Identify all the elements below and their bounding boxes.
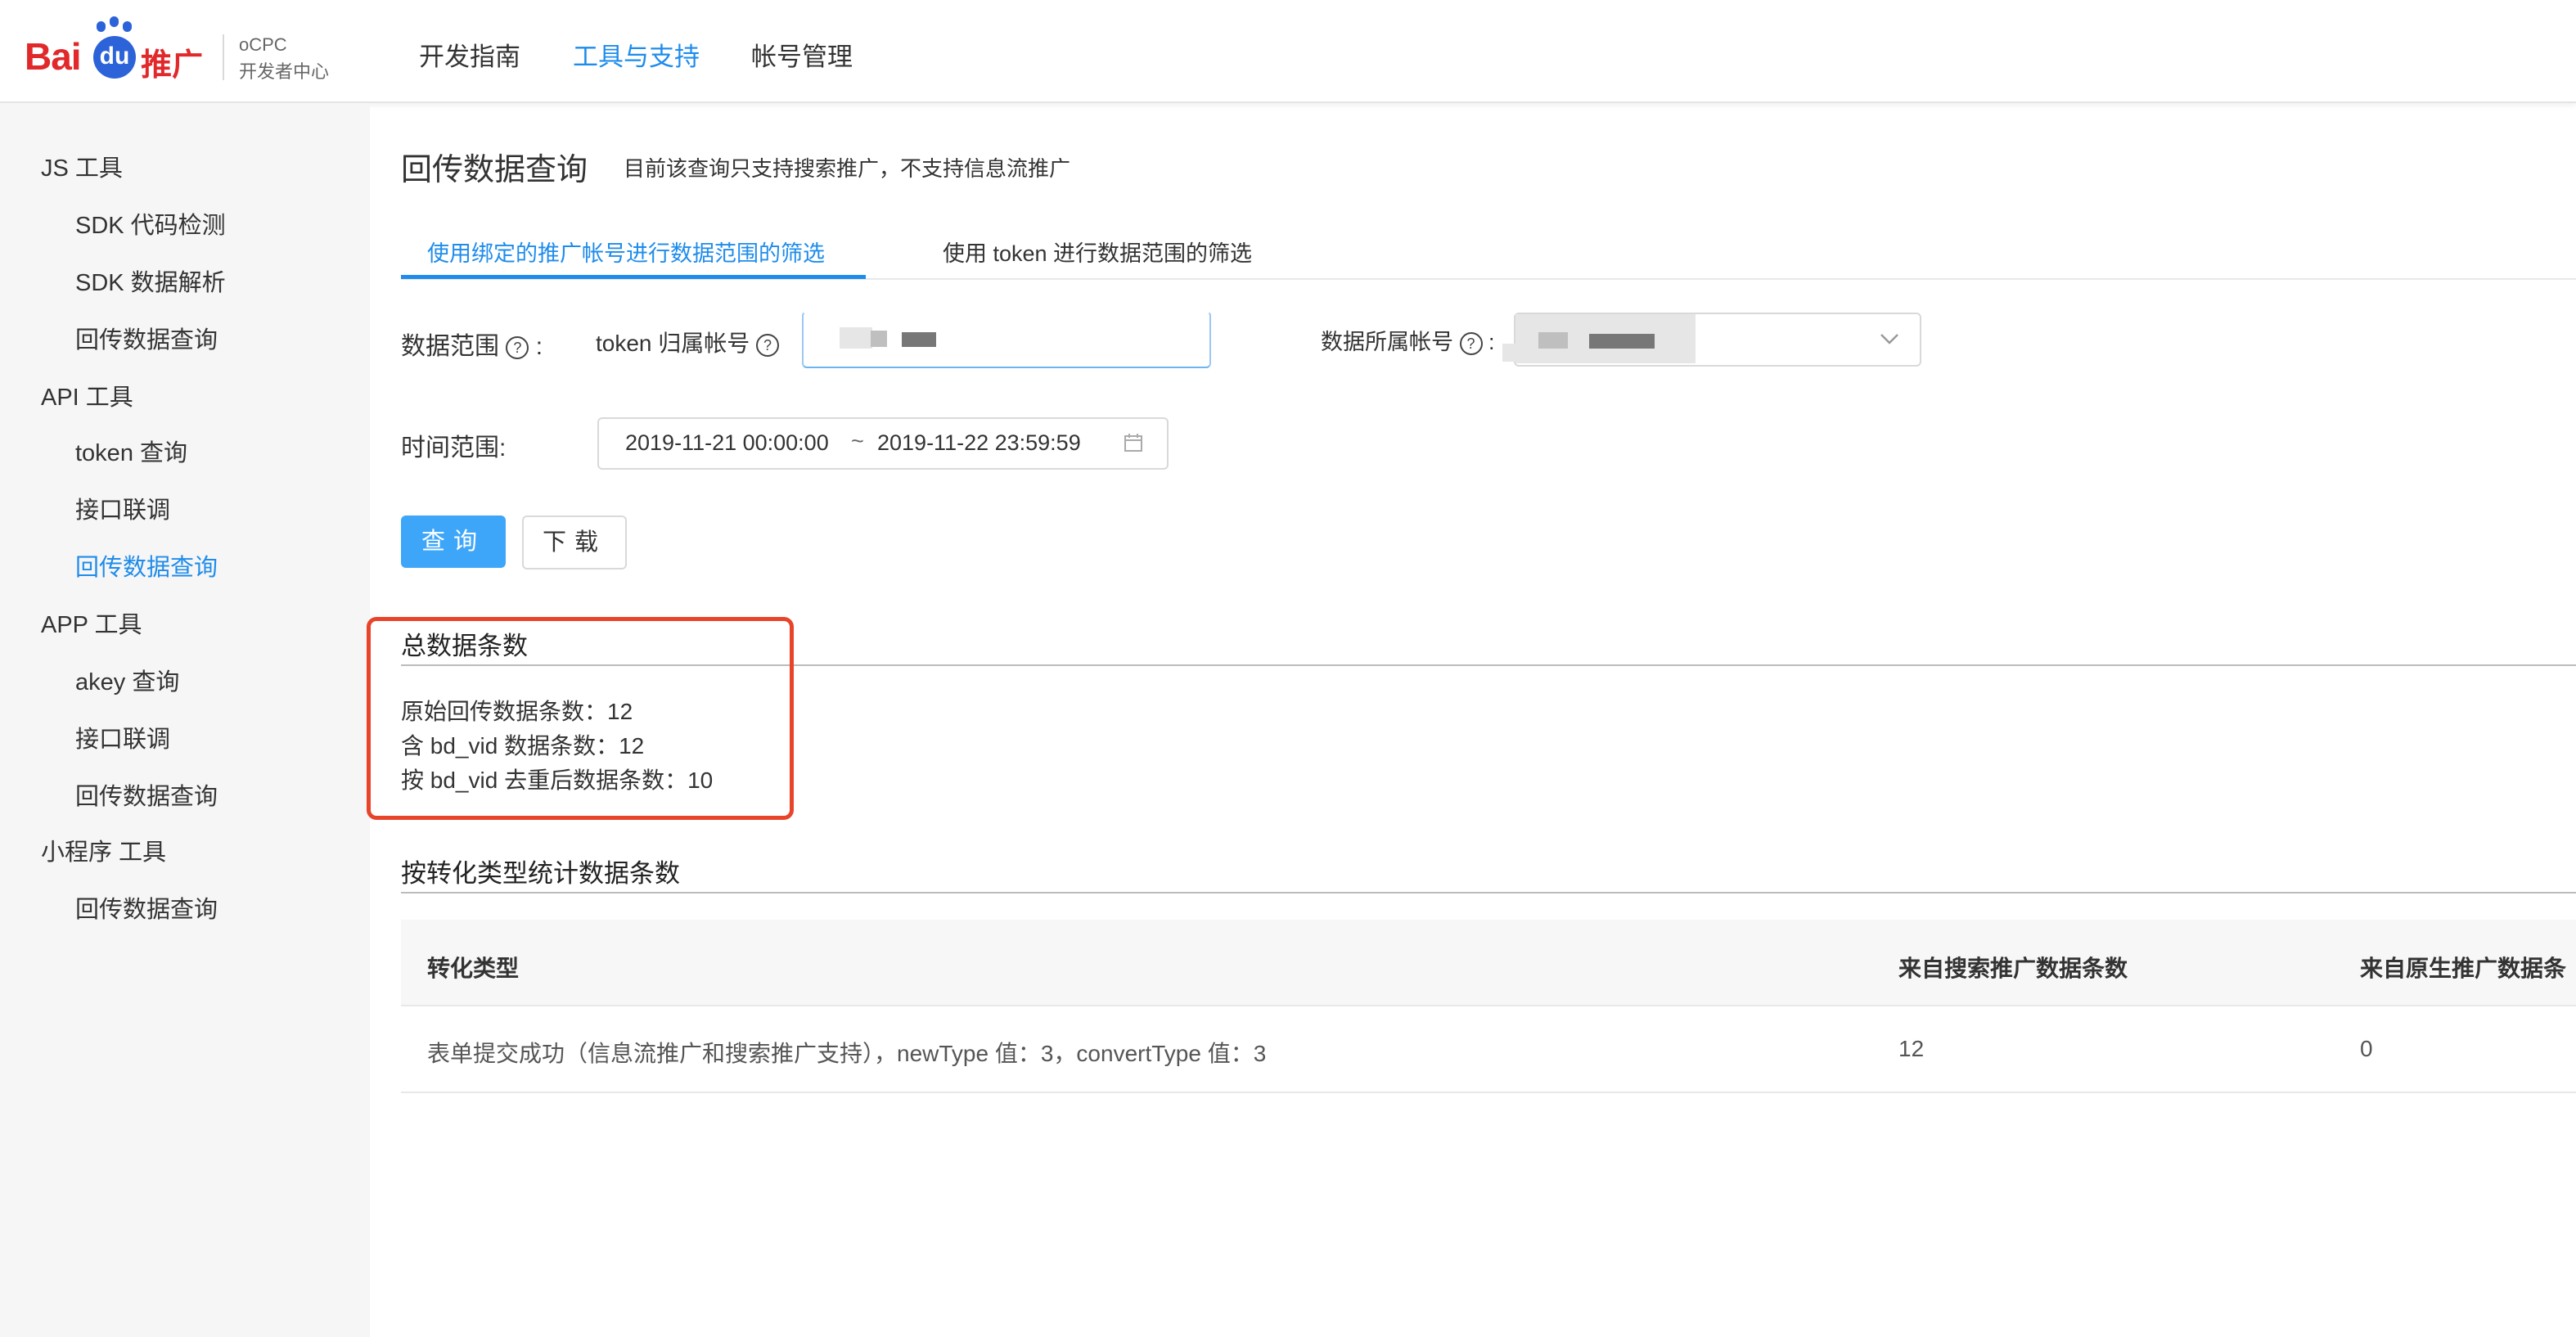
sidebar-item-app-debug[interactable]: 接口联调 (75, 720, 170, 754)
redacted-area (840, 327, 872, 349)
cell-native-count: 0 (2360, 1036, 2373, 1061)
table-row: 表单提交成功（信息流推广和搜索推广支持），newType 值：3，convert… (401, 1006, 2576, 1093)
nav-dev-guide[interactable]: 开发指南 (419, 36, 520, 73)
sidebar-group-miniprogram[interactable]: 小程序 工具 (41, 833, 166, 867)
tab-token-filter[interactable]: 使用 token 进行数据范围的筛选 (943, 236, 1252, 268)
sidebar-item-api-callback-query[interactable]: 回传数据查询 (75, 548, 218, 583)
logo-text-bai: Bai (25, 35, 82, 78)
sidebar-item-token-query[interactable]: token 查询 (75, 434, 187, 468)
sidebar-item-sdk-parse[interactable]: SDK 数据解析 (75, 263, 226, 298)
sidebar-item-akey-query[interactable]: akey 查询 (75, 663, 179, 697)
column-header-convert-type: 转化类型 (427, 956, 520, 981)
column-header-native-count: 来自原生推广数据条 (2360, 956, 2567, 981)
redacted-area (1538, 332, 1568, 349)
tab-bound-account-filter[interactable]: 使用绑定的推广帐号进行数据范围的筛选 (427, 236, 825, 268)
chevron-down-icon[interactable] (1879, 331, 1900, 347)
baidu-logo[interactable]: Bai du 推广 (25, 16, 213, 83)
sidebar-item-app-callback-query[interactable]: 回传数据查询 (75, 777, 218, 812)
redacted-area (1589, 334, 1655, 349)
sidebar-item-miniprogram-callback-query[interactable]: 回传数据查询 (75, 890, 218, 925)
token-owner-label: token 归属帐号 ? (596, 326, 780, 358)
data-range-label: 数据范围 ? : (401, 326, 543, 362)
download-button[interactable]: 下载 (522, 515, 627, 569)
sidebar-item-sdk-check[interactable]: SDK 代码检测 (75, 206, 226, 241)
help-icon[interactable]: ? (1459, 331, 1483, 355)
column-header-search-count: 来自搜索推广数据条数 (1898, 956, 2128, 981)
query-button[interactable]: 查询 (401, 515, 506, 568)
sidebar-group-api[interactable]: API 工具 (41, 378, 133, 412)
product-name: oCPC (239, 34, 287, 55)
redacted-area (902, 332, 936, 347)
table-header: 转化类型 来自搜索推广数据条数 来自原生推广数据条 (401, 920, 2576, 1006)
page-subtitle: 目前该查询只支持搜索推广，不支持信息流推广 (624, 156, 1071, 181)
data-range-colon: : (535, 333, 543, 360)
sidebar-item-api-debug[interactable]: 接口联调 (75, 491, 170, 525)
by-type-divider (401, 892, 2576, 894)
sidebar-group-app[interactable]: APP 工具 (41, 605, 142, 640)
cell-convert-type: 表单提交成功（信息流推广和搜索推广支持），newType 值：3，convert… (427, 1041, 1267, 1066)
date-start[interactable]: 2019-11-21 00:00:00 (625, 430, 829, 456)
top-header: Bai du 推广 oCPC 开发者中心 开发指南 工具与支持 帐号管理 (0, 0, 2576, 103)
data-range-label-text: 数据范围 (401, 333, 499, 360)
highlight-annotation-box (367, 617, 794, 820)
logo-paw-dot (110, 16, 119, 27)
logo-paw-dot (97, 21, 106, 32)
sidebar-group-js[interactable]: JS 工具 (41, 149, 123, 183)
by-type-title: 按转化类型统计数据条数 (401, 859, 680, 888)
account-label: 数据所属帐号 ? : (1321, 324, 1495, 356)
account-colon: : (1488, 330, 1495, 354)
product-subtitle: 开发者中心 (239, 61, 330, 82)
time-range-label: 时间范围: (401, 434, 507, 461)
logo-divider (223, 34, 224, 80)
account-select[interactable] (1514, 313, 1921, 367)
active-tab-indicator (401, 275, 866, 279)
help-icon[interactable]: ? (756, 333, 780, 357)
sidebar: JS 工具 SDK 代码检测 SDK 数据解析 回传数据查询 API 工具 to… (0, 103, 370, 1337)
token-owner-label-text: token 归属帐号 (596, 331, 750, 356)
nav-tools-support[interactable]: 工具与支持 (573, 36, 700, 73)
nav-account-management[interactable]: 帐号管理 (751, 36, 853, 73)
help-icon[interactable]: ? (506, 336, 529, 360)
cell-search-count: 12 (1898, 1036, 1925, 1061)
redacted-area (1502, 344, 1520, 362)
date-range-picker[interactable]: 2019-11-21 00:00:00 ~ 2019-11-22 23:59:5… (597, 417, 1169, 470)
logo-text-du: du (93, 36, 136, 79)
redacted-area (871, 331, 887, 347)
logo-text-suffix: 推广 (141, 48, 204, 83)
account-label-text: 数据所属帐号 (1321, 330, 1453, 354)
date-end[interactable]: 2019-11-22 23:59:59 (877, 430, 1081, 456)
calendar-icon[interactable] (1123, 432, 1144, 453)
date-separator: ~ (851, 429, 864, 453)
logo-paw-dot (123, 21, 132, 32)
page-title: 回传数据查询 (401, 153, 588, 187)
token-owner-select[interactable] (802, 311, 1211, 368)
sidebar-item-js-callback-query[interactable]: 回传数据查询 (75, 321, 218, 355)
